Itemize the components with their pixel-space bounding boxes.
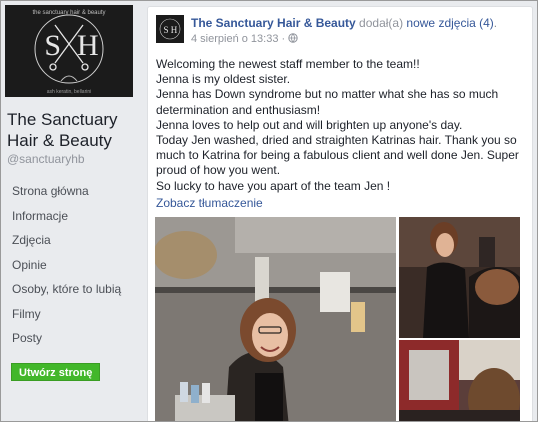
create-page-button[interactable]: Utwórz stronę <box>11 363 101 381</box>
nav-item-likes[interactable]: Osoby, które to lubią <box>7 277 137 302</box>
post-photo-main[interactable] <box>155 217 396 421</box>
logo-graphic: S H ash keratin, bellarini the sanctuary… <box>5 5 133 97</box>
browser-frame: S H ash keratin, bellarini the sanctuary… <box>0 0 538 422</box>
page-logo[interactable]: S H ash keratin, bellarini the sanctuary… <box>5 5 133 97</box>
post-line: Jenna is my oldest sister. <box>156 72 291 87</box>
post-action-suffix: . <box>493 16 498 30</box>
post-header: The Sanctuary Hair & Beauty dodał(a) now… <box>191 16 497 30</box>
post-author-avatar[interactable]: S H <box>156 15 184 43</box>
salon-photo-3-graphic <box>399 340 520 421</box>
post-line: Today Jen washed, dried and straighten K… <box>156 133 519 178</box>
post-meta: 4 sierpień o 13:33 · <box>191 33 298 45</box>
post-line: Jenna loves to help out and will brighte… <box>156 117 463 132</box>
page-title[interactable]: The Sanctuary Hair & Beauty <box>7 109 141 151</box>
globe-icon <box>288 33 298 45</box>
logo-initial-h: H <box>77 29 99 62</box>
post-author-link[interactable]: The Sanctuary Hair & Beauty <box>191 16 356 30</box>
post-line: Jenna has Down syndrome but no matter wh… <box>156 87 499 117</box>
avatar-logo-graphic: S H <box>156 15 184 43</box>
post-new-photos-link[interactable]: nowe zdjęcia (4) <box>406 16 493 30</box>
nav-item-home[interactable]: Strona główna <box>7 179 137 204</box>
post-photo-3[interactable] <box>399 340 520 421</box>
page-handle[interactable]: @sanctuaryhb <box>7 152 85 166</box>
avatar-initial-s: S <box>163 25 168 35</box>
post-card: S H The Sanctuary Hair & Beauty dodał(a)… <box>147 6 533 421</box>
post-photo-2[interactable] <box>399 217 520 338</box>
post-line: Welcoming the newest staff member to the… <box>156 57 420 71</box>
nav-item-photos[interactable]: Zdjęcia <box>7 228 137 253</box>
logo-top-text: the sanctuary hair & beauty <box>32 10 105 16</box>
salon-photo-2-graphic <box>399 217 520 338</box>
salon-photo-graphic <box>155 217 396 421</box>
post-body: Welcoming the newest staff member to the… <box>156 57 528 194</box>
nav-item-videos[interactable]: Filmy <box>7 302 137 327</box>
post-line: So lucky to have you apart of the team J… <box>156 178 391 193</box>
logo-initial-s: S <box>44 29 61 62</box>
page-nav: Strona główna Informacje Zdjęcia Opinie … <box>7 179 137 351</box>
avatar-initial-h: H <box>171 25 178 35</box>
post-timestamp[interactable]: 4 sierpień o 13:33 <box>191 33 278 45</box>
nav-item-posts[interactable]: Posty <box>7 326 137 351</box>
see-translation-link[interactable]: Zobacz tłumaczenie <box>156 196 263 210</box>
post-action-text: dodał(a) <box>355 16 407 30</box>
nav-item-reviews[interactable]: Opinie <box>7 253 137 278</box>
page-sidebar: S H ash keratin, bellarini the sanctuary… <box>1 1 144 421</box>
logo-bottom-text: ash keratin, bellarini <box>47 89 91 95</box>
nav-item-about[interactable]: Informacje <box>7 204 137 229</box>
